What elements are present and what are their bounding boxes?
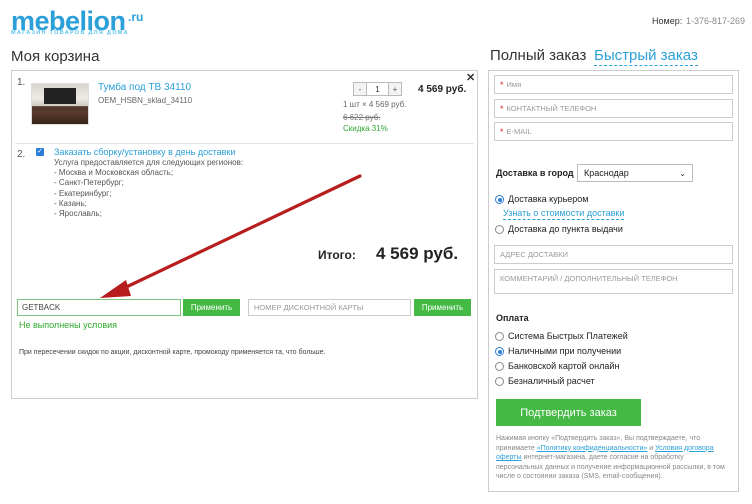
product-image-tv xyxy=(44,88,76,104)
address-field[interactable]: АДРЕС ДОСТАВКИ xyxy=(494,245,733,264)
qty-value[interactable]: 1 xyxy=(366,83,389,95)
unit-price: 1 шт × 4 569 руб. xyxy=(343,100,407,109)
logo-suffix: .ru xyxy=(128,10,144,24)
delivery-pickup-radio[interactable] xyxy=(495,225,504,234)
remove-item-icon[interactable]: ✕ xyxy=(466,71,475,84)
city-value: Краснодар xyxy=(584,168,629,178)
city-label: Доставка в город xyxy=(496,168,574,178)
phone-placeholder: КОНТАКТНЫЙ ТЕЛЕФОН xyxy=(506,104,597,113)
payment-cashless-radio[interactable] xyxy=(495,377,504,386)
tab-full-order[interactable]: Полный заказ xyxy=(490,47,586,64)
consent-part: и xyxy=(647,444,656,452)
regions-list: - Москва и Московская область; - Санкт-П… xyxy=(54,168,173,219)
service-note: Услуга предоставляется для следующих рег… xyxy=(54,158,244,167)
discount-note: При пересечении скидок по акции, дисконт… xyxy=(19,349,326,356)
old-price: 6 622 руб. xyxy=(343,113,381,122)
discount-card-input[interactable]: НОМЕР ДИСКОНТНОЙ КАРТЫ xyxy=(248,299,411,316)
privacy-policy-link[interactable]: «Политику конфиденциальности» xyxy=(537,445,648,452)
item-index: 1. xyxy=(17,77,26,88)
payment-card-label[interactable]: Банковской картой онлайн xyxy=(508,361,619,371)
email-field[interactable]: * E-MAIL xyxy=(494,122,733,141)
phone-field[interactable]: * КОНТАКТНЫЙ ТЕЛЕФОН xyxy=(494,99,733,118)
promo-status: Не выполнены условия xyxy=(19,320,118,330)
phone-number[interactable]: 1-376-817-269 xyxy=(686,16,745,26)
cart-title: Моя корзина xyxy=(11,48,100,65)
payment-cash-radio[interactable] xyxy=(495,347,504,356)
delivery-pickup-label[interactable]: Доставка до пункта выдачи xyxy=(508,224,623,234)
comment-placeholder: КОММЕНТАРИЙ / ДОПОЛНИТЕЛЬНЫЙ ТЕЛЕФОН xyxy=(500,274,678,283)
required-mark: * xyxy=(500,79,504,90)
qty-minus-button[interactable]: - xyxy=(354,83,366,95)
name-placeholder: Имя xyxy=(506,80,522,89)
email-placeholder: E-MAIL xyxy=(506,127,532,136)
confirm-order-button[interactable]: Подтвердить заказ xyxy=(496,399,641,426)
phone-label: Номер: xyxy=(652,16,683,26)
quantity-stepper[interactable]: - 1 + xyxy=(353,82,402,96)
tab-quick-order[interactable]: Быстрый заказ xyxy=(594,47,698,66)
total-value: 4 569 руб. xyxy=(376,244,459,263)
apply-promo-button[interactable]: Применить xyxy=(183,299,240,316)
required-mark: * xyxy=(500,126,504,137)
delivery-courier-label[interactable]: Доставка курьером xyxy=(508,194,589,204)
payment-label: Оплата xyxy=(496,313,529,323)
divider xyxy=(15,143,474,144)
item-price: 4 569 руб. xyxy=(418,84,467,95)
qty-plus-button[interactable]: + xyxy=(389,83,401,95)
payment-sbp-radio[interactable] xyxy=(495,332,504,341)
delivery-cost-link[interactable]: Узнать о стоимости доставки xyxy=(503,208,625,220)
delivery-courier-radio[interactable] xyxy=(495,195,504,204)
region-item: - Казань; xyxy=(54,198,87,208)
region-item: - Екатеринбург; xyxy=(54,188,112,198)
payment-cashless-label[interactable]: Безналичный расчет xyxy=(508,376,595,386)
payment-sbp-label[interactable]: Система Быстрых Платежей xyxy=(508,331,628,341)
assembly-checkbox[interactable]: ✓ xyxy=(36,148,44,156)
payment-card-radio[interactable] xyxy=(495,362,504,371)
consent-text: Нажимая кнопку «Подтвердить заказ», Вы п… xyxy=(496,434,732,482)
discount-badge: Скидка 31% xyxy=(343,124,388,133)
consent-part: интернет-магазина, даете согласие на обр… xyxy=(496,454,725,481)
chevron-down-icon: ⌄ xyxy=(679,168,686,178)
promo-code-input[interactable] xyxy=(17,299,181,316)
comment-field[interactable]: КОММЕНТАРИЙ / ДОПОЛНИТЕЛЬНЫЙ ТЕЛЕФОН xyxy=(494,269,733,294)
address-placeholder: АДРЕС ДОСТАВКИ xyxy=(500,250,569,259)
name-field[interactable]: * Имя xyxy=(494,75,733,94)
region-item: - Москва и Московская область; xyxy=(54,168,174,177)
total-label: Итого: xyxy=(318,248,356,262)
assembly-service-link[interactable]: Заказать сборку/установку в день доставк… xyxy=(54,147,235,157)
item-index: 2. xyxy=(17,149,26,160)
logo-tagline: МАГАЗИН ТОВАРОВ ДЛЯ ДОМА xyxy=(11,30,129,36)
city-select[interactable]: Краснодар ⌄ xyxy=(577,164,693,182)
apply-card-button[interactable]: Применить xyxy=(414,299,471,316)
payment-cash-label[interactable]: Наличными при получении xyxy=(508,346,621,356)
product-link[interactable]: Тумба под ТВ 34110 xyxy=(98,82,191,93)
region-item: - Санкт-Петербург; xyxy=(54,178,124,188)
product-sku: OEM_HSBN_sklad_34110 xyxy=(98,96,193,105)
required-mark: * xyxy=(500,103,504,114)
region-item: - Ярославль; xyxy=(54,209,102,219)
